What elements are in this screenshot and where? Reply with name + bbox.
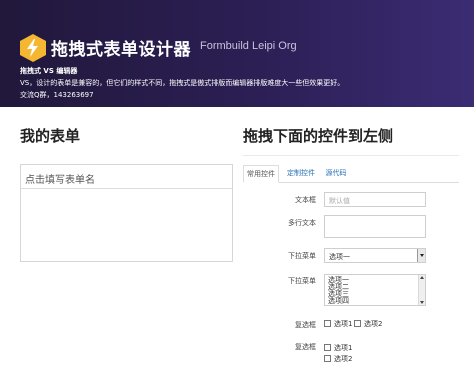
text-input[interactable]: 默认值	[324, 192, 426, 207]
checkbox-vertical-option-2[interactable]	[324, 355, 331, 362]
tab-common-controls[interactable]: 常用控件	[243, 165, 279, 183]
checkbox-vertical-option-1[interactable]	[324, 344, 331, 351]
list-item[interactable]: 选项四	[328, 298, 349, 305]
app-subtitle: Formbuild Leipi Org	[200, 40, 297, 52]
controls-tabs: 常用控件 定制控件 源代码	[243, 165, 459, 183]
tab-source-code[interactable]: 源代码	[323, 165, 349, 183]
listbox[interactable]: 选项一 选项二 选项三 选项四	[324, 274, 426, 306]
select-dropdown[interactable]: 选项一	[324, 248, 426, 263]
checkbox-group-label: 复选框	[295, 321, 316, 329]
checkbox-vertical-option-1-label: 选项1	[334, 344, 353, 352]
tab-custom-controls[interactable]: 定制控件	[285, 165, 317, 183]
form-name-field[interactable]: 点击填写表单名	[21, 165, 232, 189]
listbox-scrollbar[interactable]	[418, 275, 425, 305]
checkbox-option-2-label: 选项2	[364, 320, 383, 328]
checkbox-vertical-group-label: 复选框	[295, 343, 316, 351]
scroll-up-icon[interactable]	[420, 276, 424, 279]
banner-line-description: VS，设计的表单是兼容的，但它们的样式不同，拖拽式是傲式排版而编辑器排版难度大一…	[20, 79, 345, 87]
header-banner: 拖拽式表单设计器 Formbuild Leipi Org 拖拽式 VS 编辑器 …	[0, 0, 474, 107]
textarea-label: 多行文本	[288, 219, 316, 227]
select-label: 下拉菜单	[288, 252, 316, 260]
scroll-down-icon[interactable]	[420, 301, 424, 304]
banner-line-heading: 拖拽式 VS 编辑器	[20, 67, 78, 75]
my-form-heading: 我的表单	[20, 127, 81, 145]
lightning-hexagon-icon	[20, 34, 46, 62]
text-field-label: 文本框	[295, 196, 316, 204]
checkbox-option-2[interactable]	[354, 320, 361, 327]
listbox-label: 下拉菜单	[288, 277, 316, 285]
heading-divider	[243, 155, 459, 156]
banner-line-contact: 交流Q群，143263697	[20, 91, 94, 99]
checkbox-option-1[interactable]	[324, 320, 331, 327]
select-value: 选项一	[329, 253, 350, 261]
checkbox-vertical-option-2-label: 选项2	[334, 355, 353, 363]
chevron-down-icon[interactable]	[417, 249, 425, 262]
form-drop-area[interactable]: 点击填写表单名	[20, 164, 233, 262]
textarea-input[interactable]	[324, 215, 426, 238]
text-input-placeholder: 默认值	[329, 197, 350, 205]
app-title: 拖拽式表单设计器	[51, 40, 191, 60]
controls-heading: 拖拽下面的控件到左侧	[243, 127, 394, 145]
checkbox-option-1-label: 选项1	[334, 320, 353, 328]
